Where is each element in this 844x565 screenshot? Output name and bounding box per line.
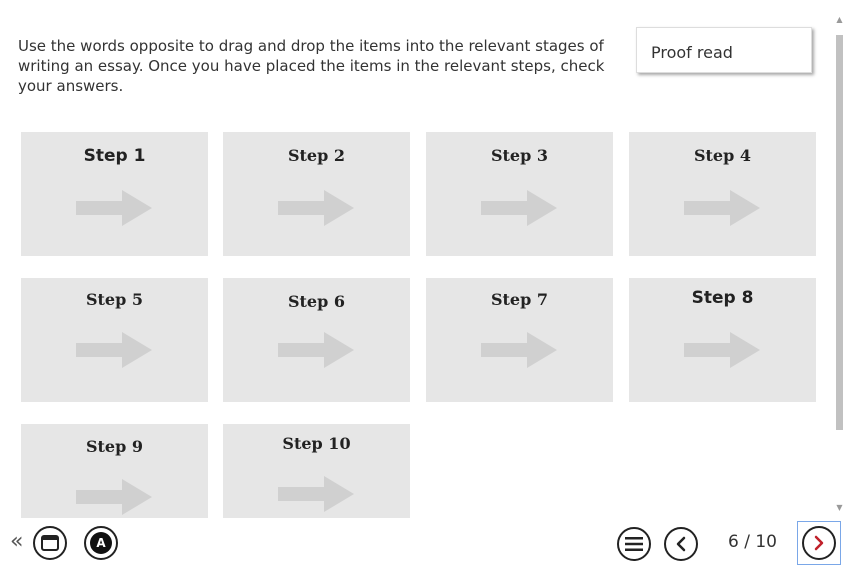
arrow-right-icon [278,476,354,512]
next-button[interactable] [802,526,836,560]
step-8-dropzone[interactable]: Step 8 [629,278,816,402]
next-button-focus-ring[interactable] [797,521,841,565]
accessibility-button[interactable]: A [84,526,118,560]
step-5-label: Step 5 [85,290,143,309]
step-1-dropzone[interactable]: Step 1 [21,132,208,256]
step-3-dropzone[interactable]: Step 3 [426,132,613,256]
step-4-label: Step 4 [693,146,751,165]
step-10-label: Step 10 [282,434,351,453]
step-10-dropzone[interactable]: Step 10 [223,424,410,518]
next-icon [814,535,824,551]
page-indicator: 6 / 10 [728,532,777,552]
arrow-right-icon [278,332,354,368]
scrollbar-thumb[interactable] [836,35,843,430]
accessibility-icon: A [90,532,112,554]
scroll-up-arrow-icon[interactable]: ▲ [835,15,844,25]
previous-icon [676,536,686,552]
scroll-down-arrow-icon[interactable]: ▼ [835,503,844,513]
step-9-dropzone[interactable]: Step 9 [21,424,208,518]
window-button[interactable] [33,526,67,560]
back-double-chevron-icon[interactable]: « [10,530,23,554]
arrow-right-icon [684,332,760,368]
step-9-label: Step 9 [85,437,143,456]
step-3-label: Step 3 [490,146,548,165]
draggable-item-proof-read[interactable]: Proof read [636,27,812,73]
step-1-label: Step 1 [83,146,146,166]
vertical-scrollbar[interactable]: ▲ ▼ [835,15,844,515]
menu-icon [625,537,643,551]
arrow-right-icon [76,332,152,368]
step-6-dropzone[interactable]: Step 6 [223,278,410,402]
arrow-right-icon [684,190,760,226]
arrow-right-icon [481,190,557,226]
arrow-right-icon [76,190,152,226]
step-2-label: Step 2 [287,146,345,165]
step-2-dropzone[interactable]: Step 2 [223,132,410,256]
accessibility-label: A [96,536,106,550]
window-icon [41,535,59,551]
arrow-right-icon [481,332,557,368]
previous-button[interactable] [664,527,698,561]
arrow-right-icon [278,190,354,226]
step-7-label: Step 7 [490,290,548,309]
step-5-dropzone[interactable]: Step 5 [21,278,208,402]
menu-button[interactable] [617,527,651,561]
step-7-dropzone[interactable]: Step 7 [426,278,613,402]
step-4-dropzone[interactable]: Step 4 [629,132,816,256]
step-8-label: Step 8 [691,288,754,308]
arrow-right-icon [76,479,152,515]
step-6-label: Step 6 [287,292,345,311]
instructions-text: Use the words opposite to drag and drop … [18,37,605,95]
